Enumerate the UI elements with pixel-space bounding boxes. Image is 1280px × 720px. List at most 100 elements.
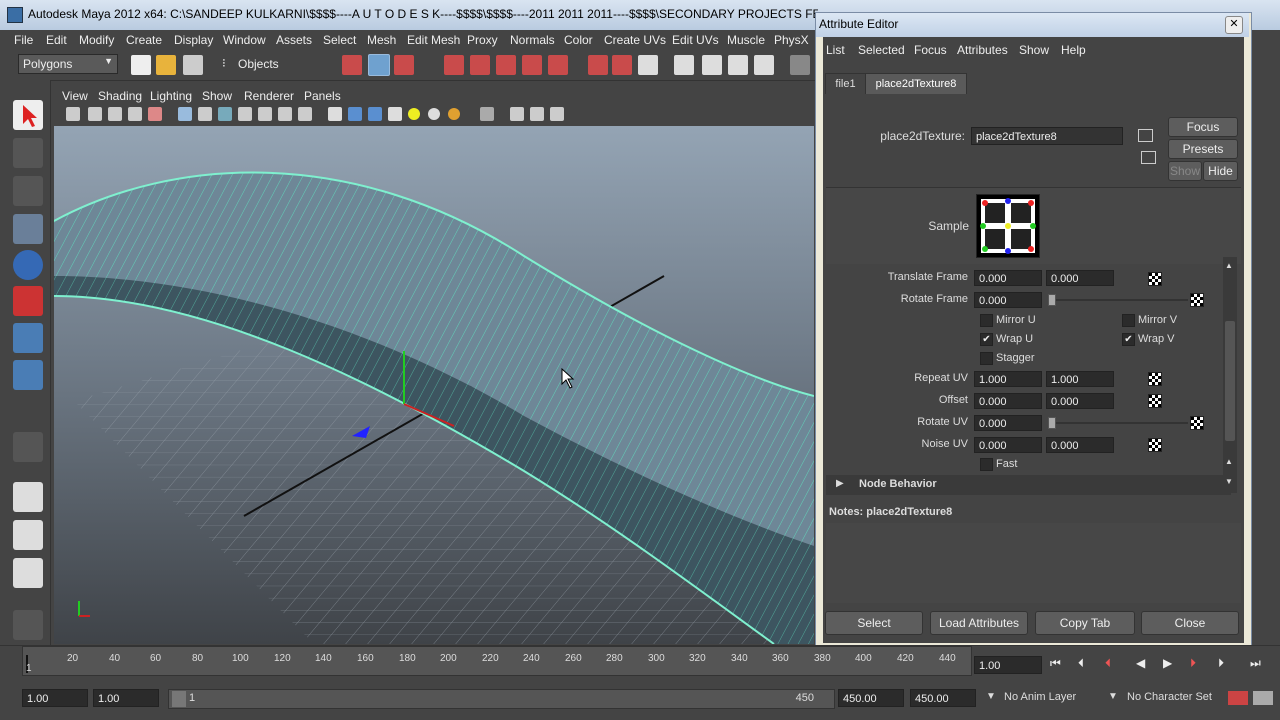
two-d-pan-icon[interactable] bbox=[128, 107, 142, 121]
noise-v-field[interactable]: 0.000 bbox=[1046, 437, 1114, 453]
camera-attributes-icon[interactable] bbox=[66, 107, 80, 121]
safe-action-icon[interactable] bbox=[278, 107, 292, 121]
animation-preferences-icon[interactable] bbox=[1253, 691, 1273, 705]
menu-muscle[interactable]: Muscle bbox=[727, 33, 765, 47]
input-ops-icon[interactable] bbox=[588, 55, 608, 75]
rotate-frame-field[interactable]: 0.000 bbox=[974, 292, 1042, 308]
all-lights-icon[interactable] bbox=[428, 108, 440, 120]
bookmark-icon[interactable] bbox=[88, 107, 102, 121]
tab-file1[interactable]: file1 bbox=[825, 73, 866, 94]
select-button[interactable]: Select bbox=[825, 611, 923, 635]
offset-map-icon[interactable] bbox=[1148, 394, 1162, 408]
snap-plane-icon[interactable] bbox=[522, 55, 542, 75]
select-object-icon[interactable] bbox=[368, 54, 390, 76]
hypershade-icon[interactable] bbox=[790, 55, 810, 75]
soft-mod-icon[interactable] bbox=[13, 360, 43, 390]
hide-button[interactable]: Hide bbox=[1203, 161, 1238, 181]
rotate-frame-slider-handle[interactable] bbox=[1048, 294, 1056, 306]
offset-u-field[interactable]: 0.000 bbox=[974, 393, 1042, 409]
focus-output-icon[interactable] bbox=[1141, 151, 1156, 164]
panel-menu-panels[interactable]: Panels bbox=[304, 89, 341, 103]
grid-icon[interactable] bbox=[178, 107, 192, 121]
playback-start-field[interactable]: 1.00 bbox=[93, 689, 159, 707]
play-forwards-icon[interactable]: ▶ bbox=[1163, 656, 1172, 670]
film-gate-icon[interactable] bbox=[198, 107, 212, 121]
translate-frame-v-field[interactable]: 0.000 bbox=[1046, 270, 1114, 286]
translate-frame-map-icon[interactable] bbox=[1148, 272, 1162, 286]
render-current-icon[interactable] bbox=[702, 55, 722, 75]
selection-mask-icon[interactable]: ⁝ bbox=[222, 56, 226, 70]
open-scene-icon[interactable] bbox=[156, 55, 176, 75]
menu-assets[interactable]: Assets bbox=[276, 33, 312, 47]
save-scene-icon[interactable] bbox=[183, 55, 203, 75]
menu-create-uvs[interactable]: Create UVs bbox=[604, 33, 666, 47]
ae-menu-list[interactable]: List bbox=[826, 43, 845, 57]
repeat-uv-map-icon[interactable] bbox=[1148, 372, 1162, 386]
paint-select-tool-icon[interactable] bbox=[13, 176, 43, 206]
rotate-tool-icon[interactable] bbox=[13, 250, 43, 280]
menu-select[interactable]: Select bbox=[323, 33, 356, 47]
panel-menu-shading[interactable]: Shading bbox=[98, 89, 142, 103]
range-start-handle[interactable] bbox=[172, 691, 186, 707]
four-view-layout-icon[interactable] bbox=[13, 520, 43, 550]
step-back-key-icon[interactable]: ⏴ bbox=[1105, 656, 1111, 671]
last-tool-icon[interactable] bbox=[13, 432, 43, 462]
menu-edit[interactable]: Edit bbox=[46, 33, 67, 47]
noise-u-field[interactable]: 0.000 bbox=[974, 437, 1042, 453]
field-chart-icon[interactable] bbox=[258, 107, 272, 121]
menu-create[interactable]: Create bbox=[126, 33, 162, 47]
fast-checkbox[interactable] bbox=[980, 458, 993, 471]
rotate-uv-field[interactable]: 0.000 bbox=[974, 415, 1042, 431]
persp-outliner-layout-icon[interactable] bbox=[13, 558, 43, 588]
character-set-label[interactable]: No Character Set bbox=[1127, 691, 1212, 703]
snap-grid-icon[interactable] bbox=[444, 55, 464, 75]
rotate-frame-map-icon[interactable] bbox=[1190, 293, 1204, 307]
resolution-gate-icon[interactable] bbox=[218, 107, 232, 121]
menu-physx[interactable]: PhysX bbox=[774, 33, 809, 47]
grease-pencil-icon[interactable] bbox=[148, 107, 162, 121]
time-slider-ruler[interactable]: 1 20 40 60 80 100 120 140 160 180 200 22… bbox=[22, 646, 972, 676]
auto-key-icon[interactable] bbox=[1228, 691, 1248, 705]
notes-textarea[interactable] bbox=[826, 523, 1241, 603]
play-backwards-icon[interactable]: ◀ bbox=[1136, 656, 1145, 670]
snap-point-icon[interactable] bbox=[496, 55, 516, 75]
panel-menu-lighting[interactable]: Lighting bbox=[150, 89, 192, 103]
stagger-checkbox[interactable] bbox=[980, 352, 993, 365]
select-hierarchy-icon[interactable] bbox=[342, 55, 362, 75]
step-back-frame-icon[interactable]: ⏴ bbox=[1078, 656, 1084, 671]
step-forward-frame-icon[interactable]: ⏵ bbox=[1218, 656, 1224, 671]
ae-menu-attributes[interactable]: Attributes bbox=[957, 43, 1008, 57]
anim-layer-dropdown-icon[interactable]: ▼ bbox=[986, 691, 996, 702]
textured-icon[interactable] bbox=[388, 107, 402, 121]
menu-file[interactable]: File bbox=[14, 33, 33, 47]
attributes-scroll-area[interactable]: Translate Frame 0.000 0.000 Rotate Frame… bbox=[826, 265, 1231, 475]
step-forward-key-icon[interactable]: ⏵ bbox=[1190, 656, 1196, 671]
range-slider[interactable]: 1 450 bbox=[168, 689, 835, 709]
default-lights-icon[interactable] bbox=[408, 108, 420, 120]
node-name-field[interactable]: place2dTexture8 bbox=[971, 127, 1123, 145]
xray-icon[interactable] bbox=[510, 107, 524, 121]
go-to-end-icon[interactable]: ⏭ bbox=[1250, 656, 1261, 671]
playback-end-field[interactable]: 450.00 bbox=[838, 689, 904, 707]
menu-normals[interactable]: Normals bbox=[510, 33, 555, 47]
node-behavior-section[interactable]: ▶ Node Behavior bbox=[826, 475, 1231, 495]
perspective-viewport[interactable] bbox=[54, 126, 814, 644]
make-live-icon[interactable] bbox=[548, 55, 568, 75]
panel-menu-show[interactable]: Show bbox=[202, 89, 232, 103]
menu-edit-mesh[interactable]: Edit Mesh bbox=[407, 33, 460, 47]
focus-input-icon[interactable] bbox=[1138, 129, 1153, 142]
load-attributes-button[interactable]: Load Attributes bbox=[930, 611, 1028, 635]
output-ops-icon[interactable] bbox=[612, 55, 632, 75]
render-view-icon[interactable] bbox=[674, 55, 694, 75]
wrap-v-checkbox[interactable]: ✔ bbox=[1122, 333, 1135, 346]
current-frame-field[interactable]: 1.00 bbox=[974, 656, 1042, 674]
scroll-mid-up-icon[interactable]: ▲ bbox=[1225, 457, 1233, 466]
quick-layout-icon[interactable] bbox=[13, 610, 43, 640]
offset-v-field[interactable]: 0.000 bbox=[1046, 393, 1114, 409]
image-plane-icon[interactable] bbox=[108, 107, 122, 121]
gate-mask-icon[interactable] bbox=[238, 107, 252, 121]
lasso-tool-icon[interactable] bbox=[13, 138, 43, 168]
mirror-u-checkbox[interactable] bbox=[980, 314, 993, 327]
attributes-scrollbar[interactable]: ▲ ▲ ▼ bbox=[1223, 257, 1237, 493]
menu-window[interactable]: Window bbox=[223, 33, 266, 47]
